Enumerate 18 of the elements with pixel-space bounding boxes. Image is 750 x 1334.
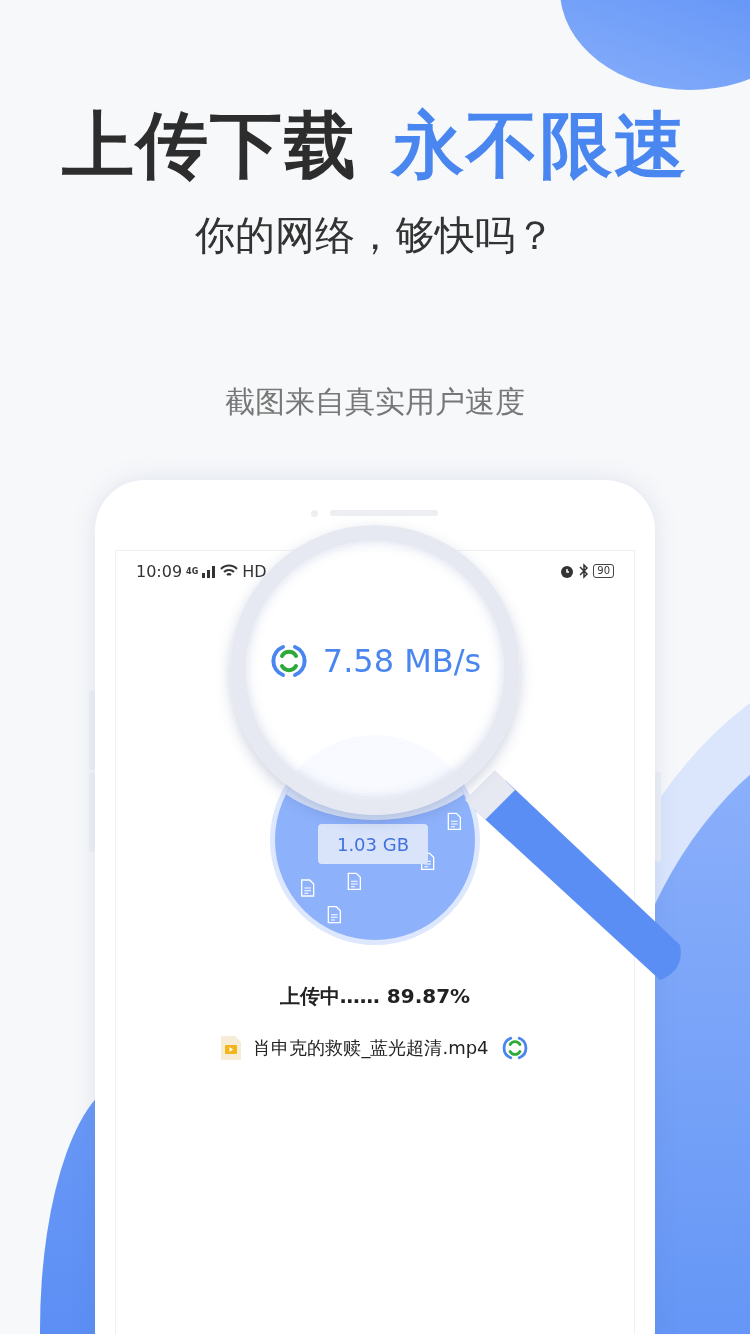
wifi-label: HD — [242, 561, 267, 581]
file-name: 肖申克的救赎_蓝光超清.mp4 — [253, 1036, 489, 1060]
total-size: 1.03 GB — [318, 824, 428, 864]
wifi-icon — [220, 564, 239, 578]
status-time: 10:09 — [136, 561, 183, 581]
caption: 截图来自真实用户速度 — [225, 383, 525, 421]
headline-highlight: 永不限速 — [392, 102, 688, 188]
battery-level: 90 — [593, 564, 614, 578]
bluetooth-icon — [579, 563, 590, 579]
video-file-icon — [221, 1036, 242, 1060]
alarm-icon — [559, 563, 576, 579]
sync-icon — [500, 1034, 529, 1062]
signal-icon — [202, 564, 217, 578]
upload-speed: 7.58 MB/s — [322, 642, 482, 680]
headline: 上传下载 — [62, 102, 358, 188]
upload-status: 上传中…… 89.87% — [279, 983, 471, 1010]
subtitle: 你的网络，够快吗？ — [195, 211, 555, 260]
network-type: 4G — [186, 566, 199, 576]
